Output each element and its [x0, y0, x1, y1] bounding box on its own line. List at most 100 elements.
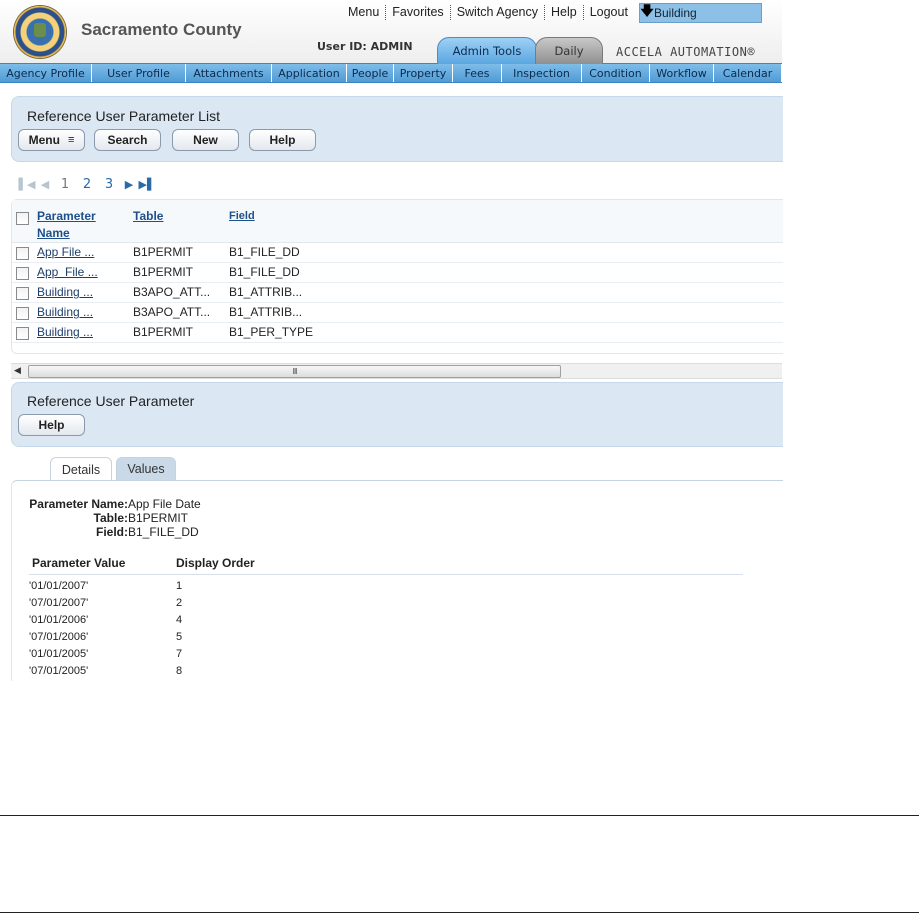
row-table: B3APO_ATT... — [133, 285, 211, 299]
row-table: B3APO_ATT... — [133, 305, 211, 319]
tab-admin-tools[interactable]: Admin Tools — [437, 37, 537, 64]
value-order: 2 — [176, 597, 183, 609]
row-table: B1PERMIT — [133, 325, 194, 339]
value-item: '07/01/2007' — [29, 597, 89, 609]
scroll-left-arrow-icon[interactable]: ◀ — [14, 364, 21, 378]
module-name: Building — [654, 6, 697, 20]
horizontal-rule — [0, 815, 919, 816]
table-row: App File ... B1PERMIT B1_FILE_DD — [12, 262, 783, 283]
pagination: ▌◀ ◀ 1 2 3 ▶ ▶▌ — [18, 177, 156, 192]
table-row: Building ... B3APO_ATT... B1_ATTRIB... — [12, 282, 783, 303]
org-name: Sacramento County — [81, 20, 242, 39]
nav-attachments[interactable]: Attachments — [186, 64, 272, 82]
parameter-table: Parameter Name Table Field App File ... … — [11, 199, 783, 354]
user-id: User ID: ADMIN — [317, 40, 413, 53]
value-order: 7 — [176, 648, 183, 660]
first-page-icon[interactable]: ▌◀ — [18, 178, 36, 191]
column-field[interactable]: Field — [229, 208, 255, 225]
nav-inspection[interactable]: Inspection — [502, 64, 582, 82]
field-label: Field: — [96, 525, 128, 539]
page-3[interactable]: 3 — [98, 177, 120, 192]
table-row: Building ... B1PERMIT B1_PER_TYPE — [12, 322, 783, 343]
value-order: 1 — [176, 580, 183, 592]
previous-page-icon[interactable]: ◀ — [36, 178, 54, 191]
nav-people[interactable]: People — [347, 64, 394, 82]
row-field: B1_ATTRIB... — [229, 305, 303, 319]
main-nav: Agency Profile User Profile Attachments … — [0, 63, 782, 83]
list-panel-title: Reference User Parameter List — [27, 108, 220, 124]
row-checkbox[interactable] — [16, 287, 29, 300]
detail-panel-title: Reference User Parameter — [27, 393, 195, 409]
last-page-icon[interactable]: ▶▌ — [138, 178, 156, 191]
select-all-checkbox[interactable] — [16, 212, 29, 225]
nav-calendar[interactable]: Calendar — [714, 64, 782, 82]
row-checkbox[interactable] — [16, 327, 29, 340]
list-panel: Reference User Parameter List Menu ≡ Sea… — [11, 96, 783, 162]
nav-user-profile[interactable]: User Profile — [92, 64, 186, 82]
row-table: B1PERMIT — [133, 245, 194, 259]
top-link-favorites[interactable]: Favorites — [386, 5, 451, 20]
row-checkbox[interactable] — [16, 247, 29, 260]
column-parameter-name[interactable]: Parameter Name — [37, 208, 96, 242]
row-field: B1_PER_TYPE — [229, 325, 314, 339]
top-link-switch-agency[interactable]: Switch Agency — [451, 5, 545, 20]
county-seal-logo — [14, 6, 66, 58]
help-button[interactable]: Help — [249, 129, 316, 151]
top-link-help[interactable]: Help — [545, 5, 584, 20]
detail-panel: Reference User Parameter Help — [11, 382, 783, 447]
scrollbar-thumb[interactable]: III — [28, 365, 561, 378]
row-checkbox[interactable] — [16, 307, 29, 320]
top-link-menu[interactable]: Menu — [342, 5, 387, 20]
nav-agency-profile[interactable]: Agency Profile — [0, 64, 92, 82]
menu-dropdown-icon: ≡ — [67, 134, 75, 146]
page-2[interactable]: 2 — [76, 177, 98, 192]
detail-help-button[interactable]: Help — [18, 414, 85, 436]
value-item: '07/01/2006' — [29, 631, 89, 643]
search-button[interactable]: Search — [94, 129, 161, 151]
new-button[interactable]: New — [172, 129, 239, 151]
tab-details[interactable]: Details — [50, 457, 112, 481]
column-parameter-name-line1: Parameter — [37, 209, 96, 223]
row-field: B1_FILE_DD — [229, 265, 300, 279]
nav-property[interactable]: Property — [394, 64, 453, 82]
nav-fees[interactable]: Fees — [453, 64, 502, 82]
page-1[interactable]: 1 — [54, 177, 76, 192]
row-parameter-name-link[interactable]: Building ... — [37, 325, 93, 339]
param-name-value: App File Date — [128, 497, 201, 511]
row-parameter-name-link[interactable]: App File ... — [37, 265, 98, 279]
param-name-label: Parameter Name: — [29, 497, 128, 511]
nav-condition[interactable]: Condition — [582, 64, 650, 82]
top-links: Menu Favorites Switch Agency Help Logout — [342, 5, 634, 20]
top-link-logout[interactable]: Logout — [584, 5, 634, 20]
value-item: '01/01/2005' — [29, 648, 89, 660]
value-item: '01/01/2006' — [29, 614, 89, 626]
nav-workflow[interactable]: Workflow — [650, 64, 714, 82]
value-order: 5 — [176, 631, 183, 643]
table-value: B1PERMIT — [128, 511, 189, 525]
tab-values[interactable]: Values — [116, 457, 176, 480]
row-checkbox[interactable] — [16, 267, 29, 280]
values-col-parameter-value: Parameter Value — [32, 556, 126, 570]
value-order: 8 — [176, 665, 183, 677]
module-selector[interactable]: 🡇 Building — [639, 3, 762, 23]
nav-application[interactable]: Application — [272, 64, 347, 82]
value-order: 4 — [176, 614, 183, 626]
tab-daily[interactable]: Daily — [535, 37, 603, 64]
row-field: B1_ATTRIB... — [229, 285, 303, 299]
brand-logo-text: ACCELA AUTOMATION® — [616, 45, 756, 59]
column-table[interactable]: Table — [133, 208, 163, 225]
table-header: Parameter Name Table Field — [12, 200, 783, 243]
next-page-icon[interactable]: ▶ — [120, 178, 138, 191]
row-parameter-name-link[interactable]: App File ... — [37, 245, 94, 259]
row-parameter-name-link[interactable]: Building ... — [37, 305, 93, 319]
menu-button[interactable]: Menu ≡ — [18, 129, 85, 151]
value-item: '01/01/2007' — [29, 580, 89, 592]
field-value: B1_FILE_DD — [128, 525, 199, 539]
table-row: App File ... B1PERMIT B1_FILE_DD — [12, 242, 783, 263]
horizontal-rule — [0, 912, 919, 913]
param-name-row: Parameter Name:App File Date — [15, 497, 201, 511]
row-parameter-name-link[interactable]: Building ... — [37, 285, 93, 299]
field-row-info: Field:B1_FILE_DD — [15, 525, 199, 539]
row-table: B1PERMIT — [133, 265, 194, 279]
horizontal-scrollbar[interactable]: ◀ III — [11, 363, 782, 379]
